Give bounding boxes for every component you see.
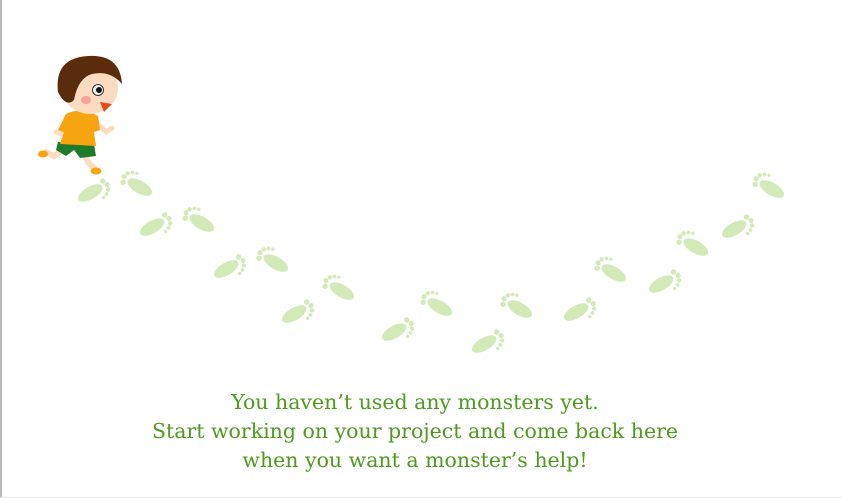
message-line-1: You haven’t used any monsters yet. (231, 390, 599, 414)
footprint-icon (718, 212, 759, 247)
message-line-2: Start working on your project and come b… (151, 419, 679, 443)
footprint-icon (673, 225, 714, 260)
running-child-icon (38, 55, 122, 175)
footprint-icon (497, 287, 538, 322)
footprint-icon (749, 167, 790, 202)
footprint-icon (136, 210, 177, 245)
message-line-3: when you want a monster’s help! (242, 448, 588, 472)
footprint-trail (74, 165, 790, 362)
footprint-icon (253, 241, 294, 276)
footprint-icon (468, 327, 509, 362)
footprint-icon (378, 315, 419, 350)
footprint-icon (179, 201, 220, 236)
footprint-icon (417, 285, 458, 320)
footprint-icon (210, 252, 251, 287)
footprint-icon (74, 176, 115, 211)
footprint-icon (560, 295, 601, 330)
footprint-icon (591, 251, 632, 286)
footprint-icon (319, 269, 360, 304)
footprint-icon (645, 267, 686, 302)
footprint-icon (117, 165, 158, 200)
footprint-icon (278, 297, 319, 332)
empty-state-message: You haven’t used any monsters yet. Start… (0, 388, 830, 475)
